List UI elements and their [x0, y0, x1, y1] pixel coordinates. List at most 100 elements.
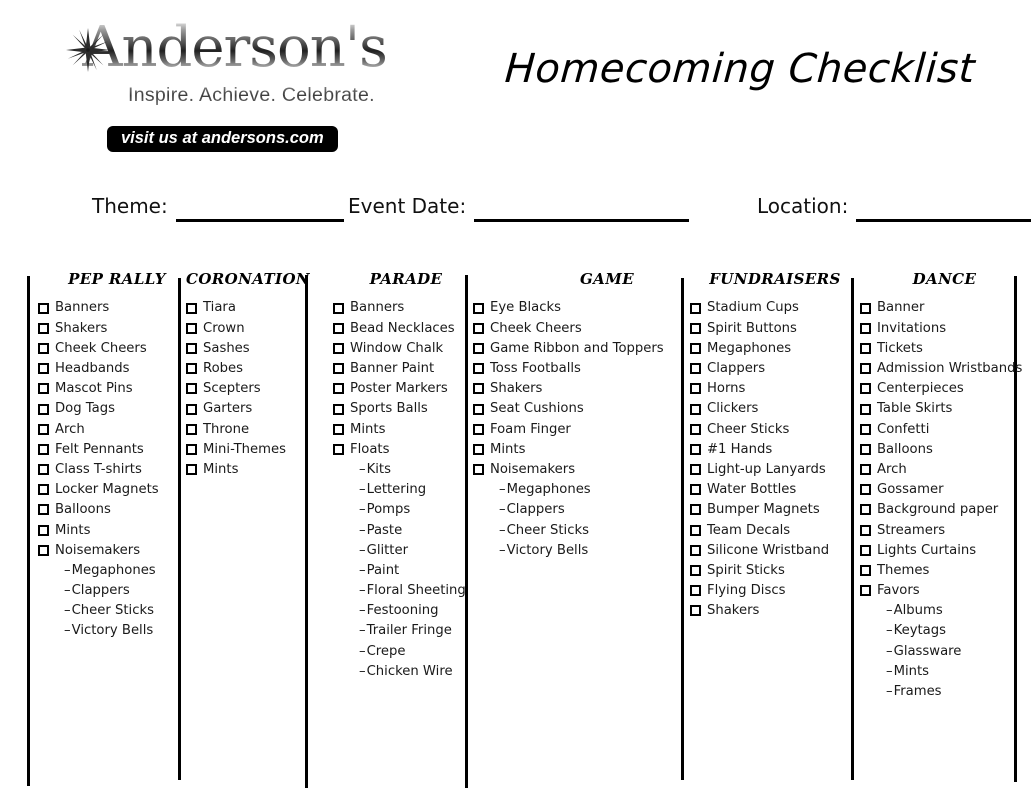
checklist-item[interactable]: Silicone Wristband [690, 540, 852, 560]
checkbox-icon[interactable] [860, 363, 871, 375]
checkbox-icon[interactable] [38, 443, 49, 455]
checklist-item[interactable]: Stadium Cups [690, 298, 852, 318]
checklist-item[interactable]: Scepters [186, 379, 306, 399]
checklist-item[interactable]: Floats [333, 439, 465, 459]
checkbox-icon[interactable] [333, 302, 344, 314]
checklist-item[interactable]: Favors [860, 581, 1015, 601]
checklist-item[interactable]: Game Ribbon and Toppers [473, 338, 681, 358]
checkbox-icon[interactable] [333, 363, 344, 375]
checkbox-icon[interactable] [860, 443, 871, 455]
checklist-item[interactable]: Mini-Themes [186, 439, 306, 459]
checklist-item[interactable]: Sashes [186, 338, 306, 358]
checklist-item[interactable]: Balloons [860, 439, 1015, 459]
checklist-item[interactable]: Lights Curtains [860, 540, 1015, 560]
checklist-item[interactable]: Robes [186, 359, 306, 379]
checkbox-icon[interactable] [690, 342, 701, 354]
checkbox-icon[interactable] [473, 443, 484, 455]
checklist-item[interactable]: Banner [860, 298, 1015, 318]
checkbox-icon[interactable] [473, 403, 484, 415]
checkbox-icon[interactable] [860, 423, 871, 435]
checkbox-icon[interactable] [186, 464, 197, 476]
checklist-item[interactable]: Shakers [38, 318, 178, 338]
checkbox-icon[interactable] [38, 383, 49, 395]
checkbox-icon[interactable] [38, 322, 49, 334]
checklist-item[interactable]: Admission Wristbands [860, 359, 1022, 379]
checklist-item[interactable]: Mints [333, 419, 465, 439]
checklist-item[interactable]: Cheek Cheers [473, 318, 681, 338]
checklist-item[interactable]: Themes [860, 560, 1015, 580]
checklist-item[interactable]: Table Skirts [860, 399, 1015, 419]
checkbox-icon[interactable] [690, 585, 701, 597]
field-location-input[interactable] [856, 219, 1032, 222]
checkbox-icon[interactable] [690, 443, 701, 455]
checkbox-icon[interactable] [690, 544, 701, 556]
checklist-item[interactable]: Spirit Buttons [690, 318, 852, 338]
checkbox-icon[interactable] [690, 524, 701, 536]
checklist-item[interactable]: Bead Necklaces [333, 318, 465, 338]
checkbox-icon[interactable] [860, 565, 871, 577]
checklist-item[interactable]: Balloons [38, 500, 178, 520]
checkbox-icon[interactable] [690, 484, 701, 496]
checkbox-icon[interactable] [690, 464, 701, 476]
checkbox-icon[interactable] [186, 302, 197, 314]
checkbox-icon[interactable] [38, 363, 49, 375]
checkbox-icon[interactable] [860, 302, 871, 314]
checklist-item[interactable]: Mints [186, 460, 306, 480]
checkbox-icon[interactable] [473, 383, 484, 395]
checklist-item[interactable]: Locker Magnets [38, 480, 178, 500]
checklist-item[interactable]: Garters [186, 399, 306, 419]
checklist-item[interactable]: Class T-shirts [38, 460, 178, 480]
checklist-item[interactable]: Cheek Cheers [38, 338, 178, 358]
checklist-item[interactable]: Streamers [860, 520, 1015, 540]
checkbox-icon[interactable] [186, 383, 197, 395]
checkbox-icon[interactable] [860, 383, 871, 395]
checkbox-icon[interactable] [860, 504, 871, 516]
checklist-item[interactable]: Cheer Sticks [690, 419, 852, 439]
checkbox-icon[interactable] [333, 423, 344, 435]
checklist-item[interactable]: Crown [186, 318, 306, 338]
checklist-item[interactable]: Banners [333, 298, 465, 318]
checklist-item[interactable]: Mints [38, 520, 178, 540]
checklist-item[interactable]: Shakers [690, 601, 852, 621]
checklist-item[interactable]: Toss Footballs [473, 359, 681, 379]
checklist-item[interactable]: Megaphones [690, 338, 852, 358]
checkbox-icon[interactable] [690, 504, 701, 516]
checkbox-icon[interactable] [473, 322, 484, 334]
checkbox-icon[interactable] [860, 544, 871, 556]
brand-url-badge[interactable]: visit us at andersons.com [107, 126, 338, 152]
checkbox-icon[interactable] [473, 464, 484, 476]
checkbox-icon[interactable] [333, 342, 344, 354]
checkbox-icon[interactable] [690, 363, 701, 375]
checkbox-icon[interactable] [473, 342, 484, 354]
checkbox-icon[interactable] [38, 484, 49, 496]
checkbox-icon[interactable] [186, 363, 197, 375]
checklist-item[interactable]: Gossamer [860, 480, 1015, 500]
checkbox-icon[interactable] [860, 464, 871, 476]
checklist-item[interactable]: Dog Tags [38, 399, 178, 419]
checklist-item[interactable]: Felt Pennants [38, 439, 178, 459]
checkbox-icon[interactable] [860, 342, 871, 354]
checkbox-icon[interactable] [690, 565, 701, 577]
checkbox-icon[interactable] [38, 464, 49, 476]
checklist-item[interactable]: Flying Discs [690, 581, 852, 601]
checkbox-icon[interactable] [860, 403, 871, 415]
checklist-item[interactable]: Centerpieces [860, 379, 1015, 399]
checklist-item[interactable]: Sports Balls [333, 399, 465, 419]
checklist-item[interactable]: Headbands [38, 359, 178, 379]
checklist-item[interactable]: Tiara [186, 298, 306, 318]
checklist-item[interactable]: Mascot Pins [38, 379, 178, 399]
checkbox-icon[interactable] [333, 443, 344, 455]
checklist-item[interactable]: Banners [38, 298, 178, 318]
checkbox-icon[interactable] [690, 302, 701, 314]
checklist-item[interactable]: Eye Blacks [473, 298, 681, 318]
checklist-item[interactable]: Clickers [690, 399, 852, 419]
checkbox-icon[interactable] [186, 322, 197, 334]
checklist-item[interactable]: Poster Markers [333, 379, 465, 399]
checklist-item[interactable]: Arch [860, 460, 1015, 480]
checkbox-icon[interactable] [38, 342, 49, 354]
checklist-item[interactable]: Bumper Magnets [690, 500, 852, 520]
checkbox-icon[interactable] [38, 423, 49, 435]
checkbox-icon[interactable] [186, 423, 197, 435]
checkbox-icon[interactable] [38, 524, 49, 536]
checkbox-icon[interactable] [186, 443, 197, 455]
